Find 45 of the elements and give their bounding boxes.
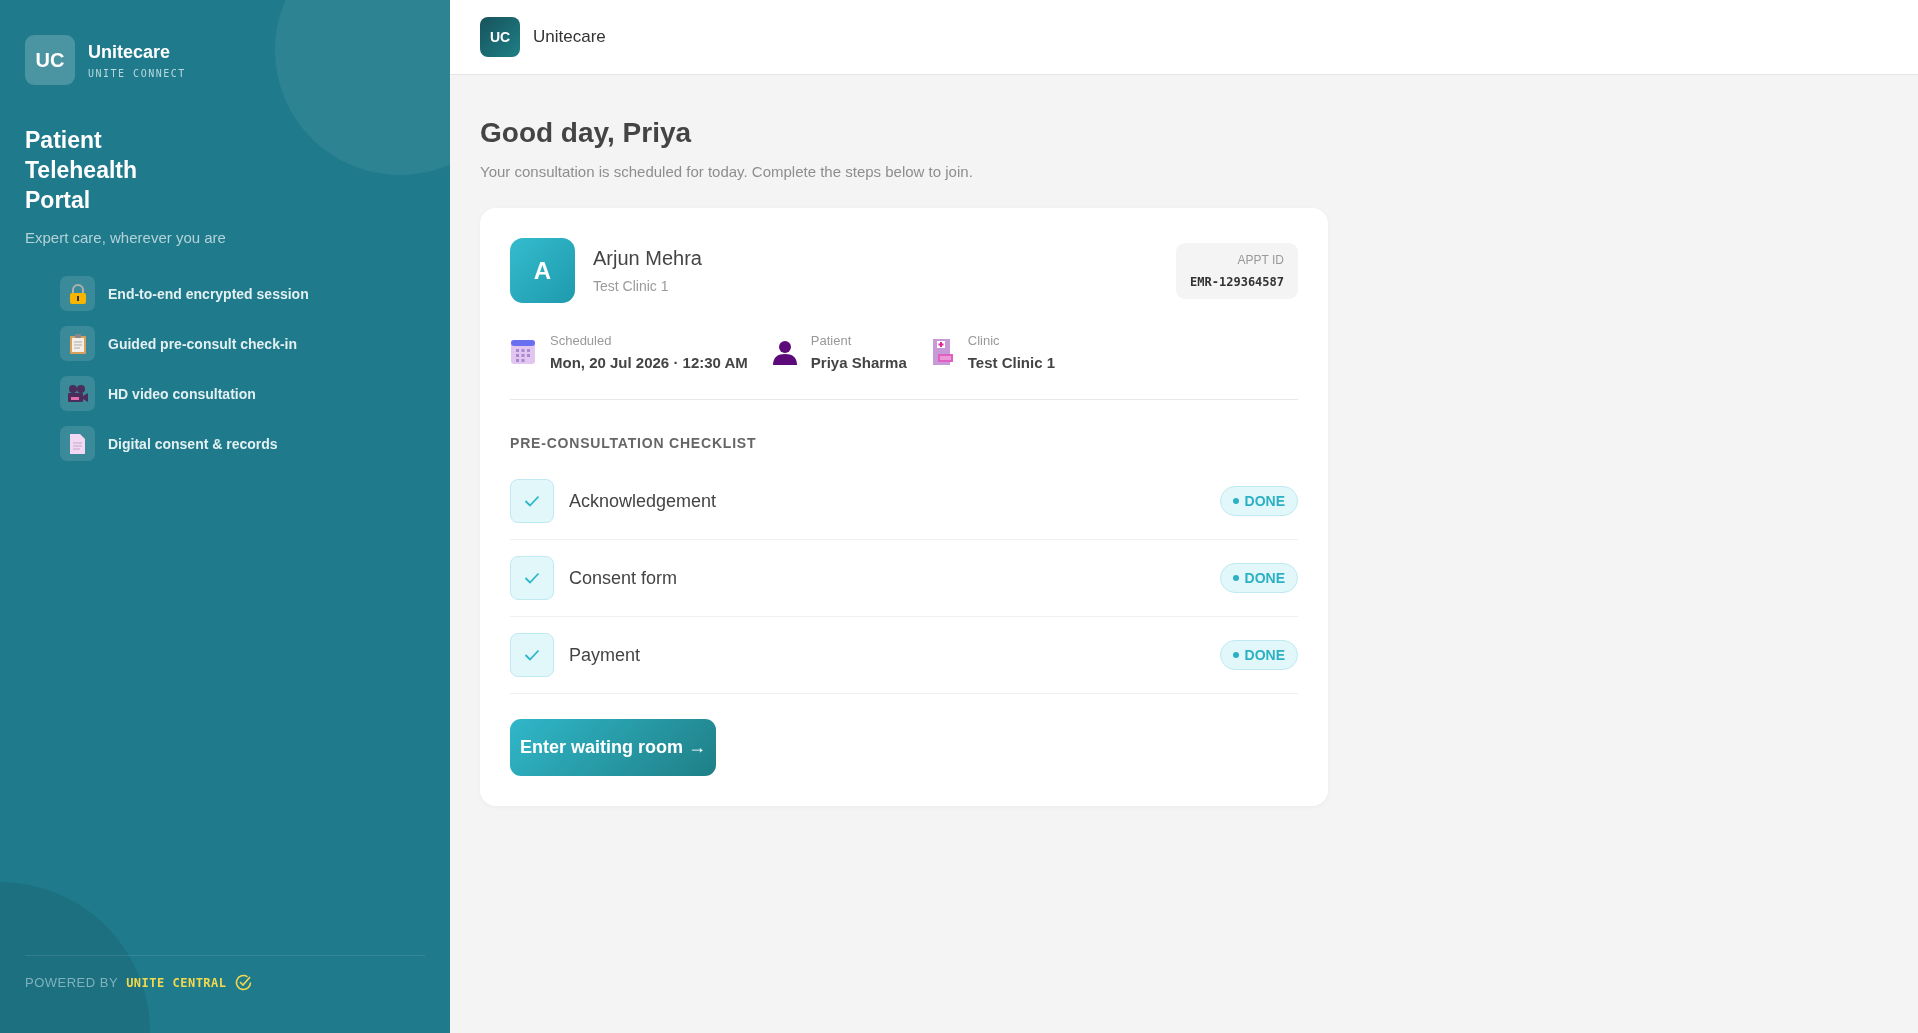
enter-waiting-room-button[interactable]: Enter waiting room → <box>510 719 716 776</box>
detail-label: Clinic <box>967 333 1001 348</box>
avatar: A <box>510 238 575 303</box>
checklist-title: PRE-CONSULTATION CHECKLIST <box>510 435 758 451</box>
check-circle-icon <box>234 974 252 991</box>
doctor-name: Arjun Mehra <box>593 247 703 270</box>
clipboard-icon <box>60 326 95 361</box>
detail-label: Scheduled <box>550 333 613 348</box>
greeting-heading: Good day, Priya <box>480 117 693 149</box>
detail-value: Priya Sharma <box>810 354 907 371</box>
checklist-item-label: Payment <box>569 644 642 666</box>
checklist-item-label: Consent form <box>569 567 679 589</box>
appointment-id: EMR-129364587 <box>1190 274 1284 289</box>
powered-by-label: POWERED BY <box>25 975 119 990</box>
intro-text: Your consultation is scheduled for today. Complete the steps below to join. <box>480 163 974 180</box>
clinic-name: Test Clinic 1 <box>593 278 670 294</box>
logo-badge: UC <box>25 35 75 85</box>
checkmark-icon <box>524 649 540 661</box>
detail-label: Patient <box>810 333 853 348</box>
tagline: Expert care, wherever you are <box>25 229 227 246</box>
feature-label: HD video consultation <box>108 385 256 402</box>
logo-badge: UC <box>480 17 520 57</box>
hospital-icon <box>931 338 954 366</box>
feature-label: Digital consent & records <box>108 435 278 452</box>
status-badge: DONE <box>1219 640 1298 670</box>
status-badge: DONE <box>1219 563 1298 593</box>
brand-subtitle: UNITE CONNECT <box>88 67 186 79</box>
checkmark-icon <box>524 572 540 584</box>
calendar-icon <box>510 339 536 365</box>
feature-label: Guided pre-consult check-in <box>108 335 298 352</box>
lock-icon <box>60 276 95 311</box>
person-icon <box>772 339 797 365</box>
footer-brand: UNITE CENTRAL <box>126 975 227 990</box>
portal-title: Patient Telehealth Portal <box>25 126 139 215</box>
detail-value: Mon, 20 Jul 2026 · 12:30 AM <box>550 354 748 371</box>
appointment-id-label: APPT ID <box>1236 252 1284 267</box>
status-badge: DONE <box>1219 486 1298 516</box>
video-camera-icon <box>60 376 95 411</box>
detail-value: Test Clinic 1 <box>967 354 1055 371</box>
brand-name: Unitecare <box>533 27 606 47</box>
brand-name: Unitecare <box>88 41 172 63</box>
feature-label: End-to-end encrypted session <box>108 285 309 302</box>
document-icon <box>60 426 95 461</box>
checklist-item-label: Acknowledgement <box>569 490 718 512</box>
checkmark-icon <box>524 495 540 507</box>
